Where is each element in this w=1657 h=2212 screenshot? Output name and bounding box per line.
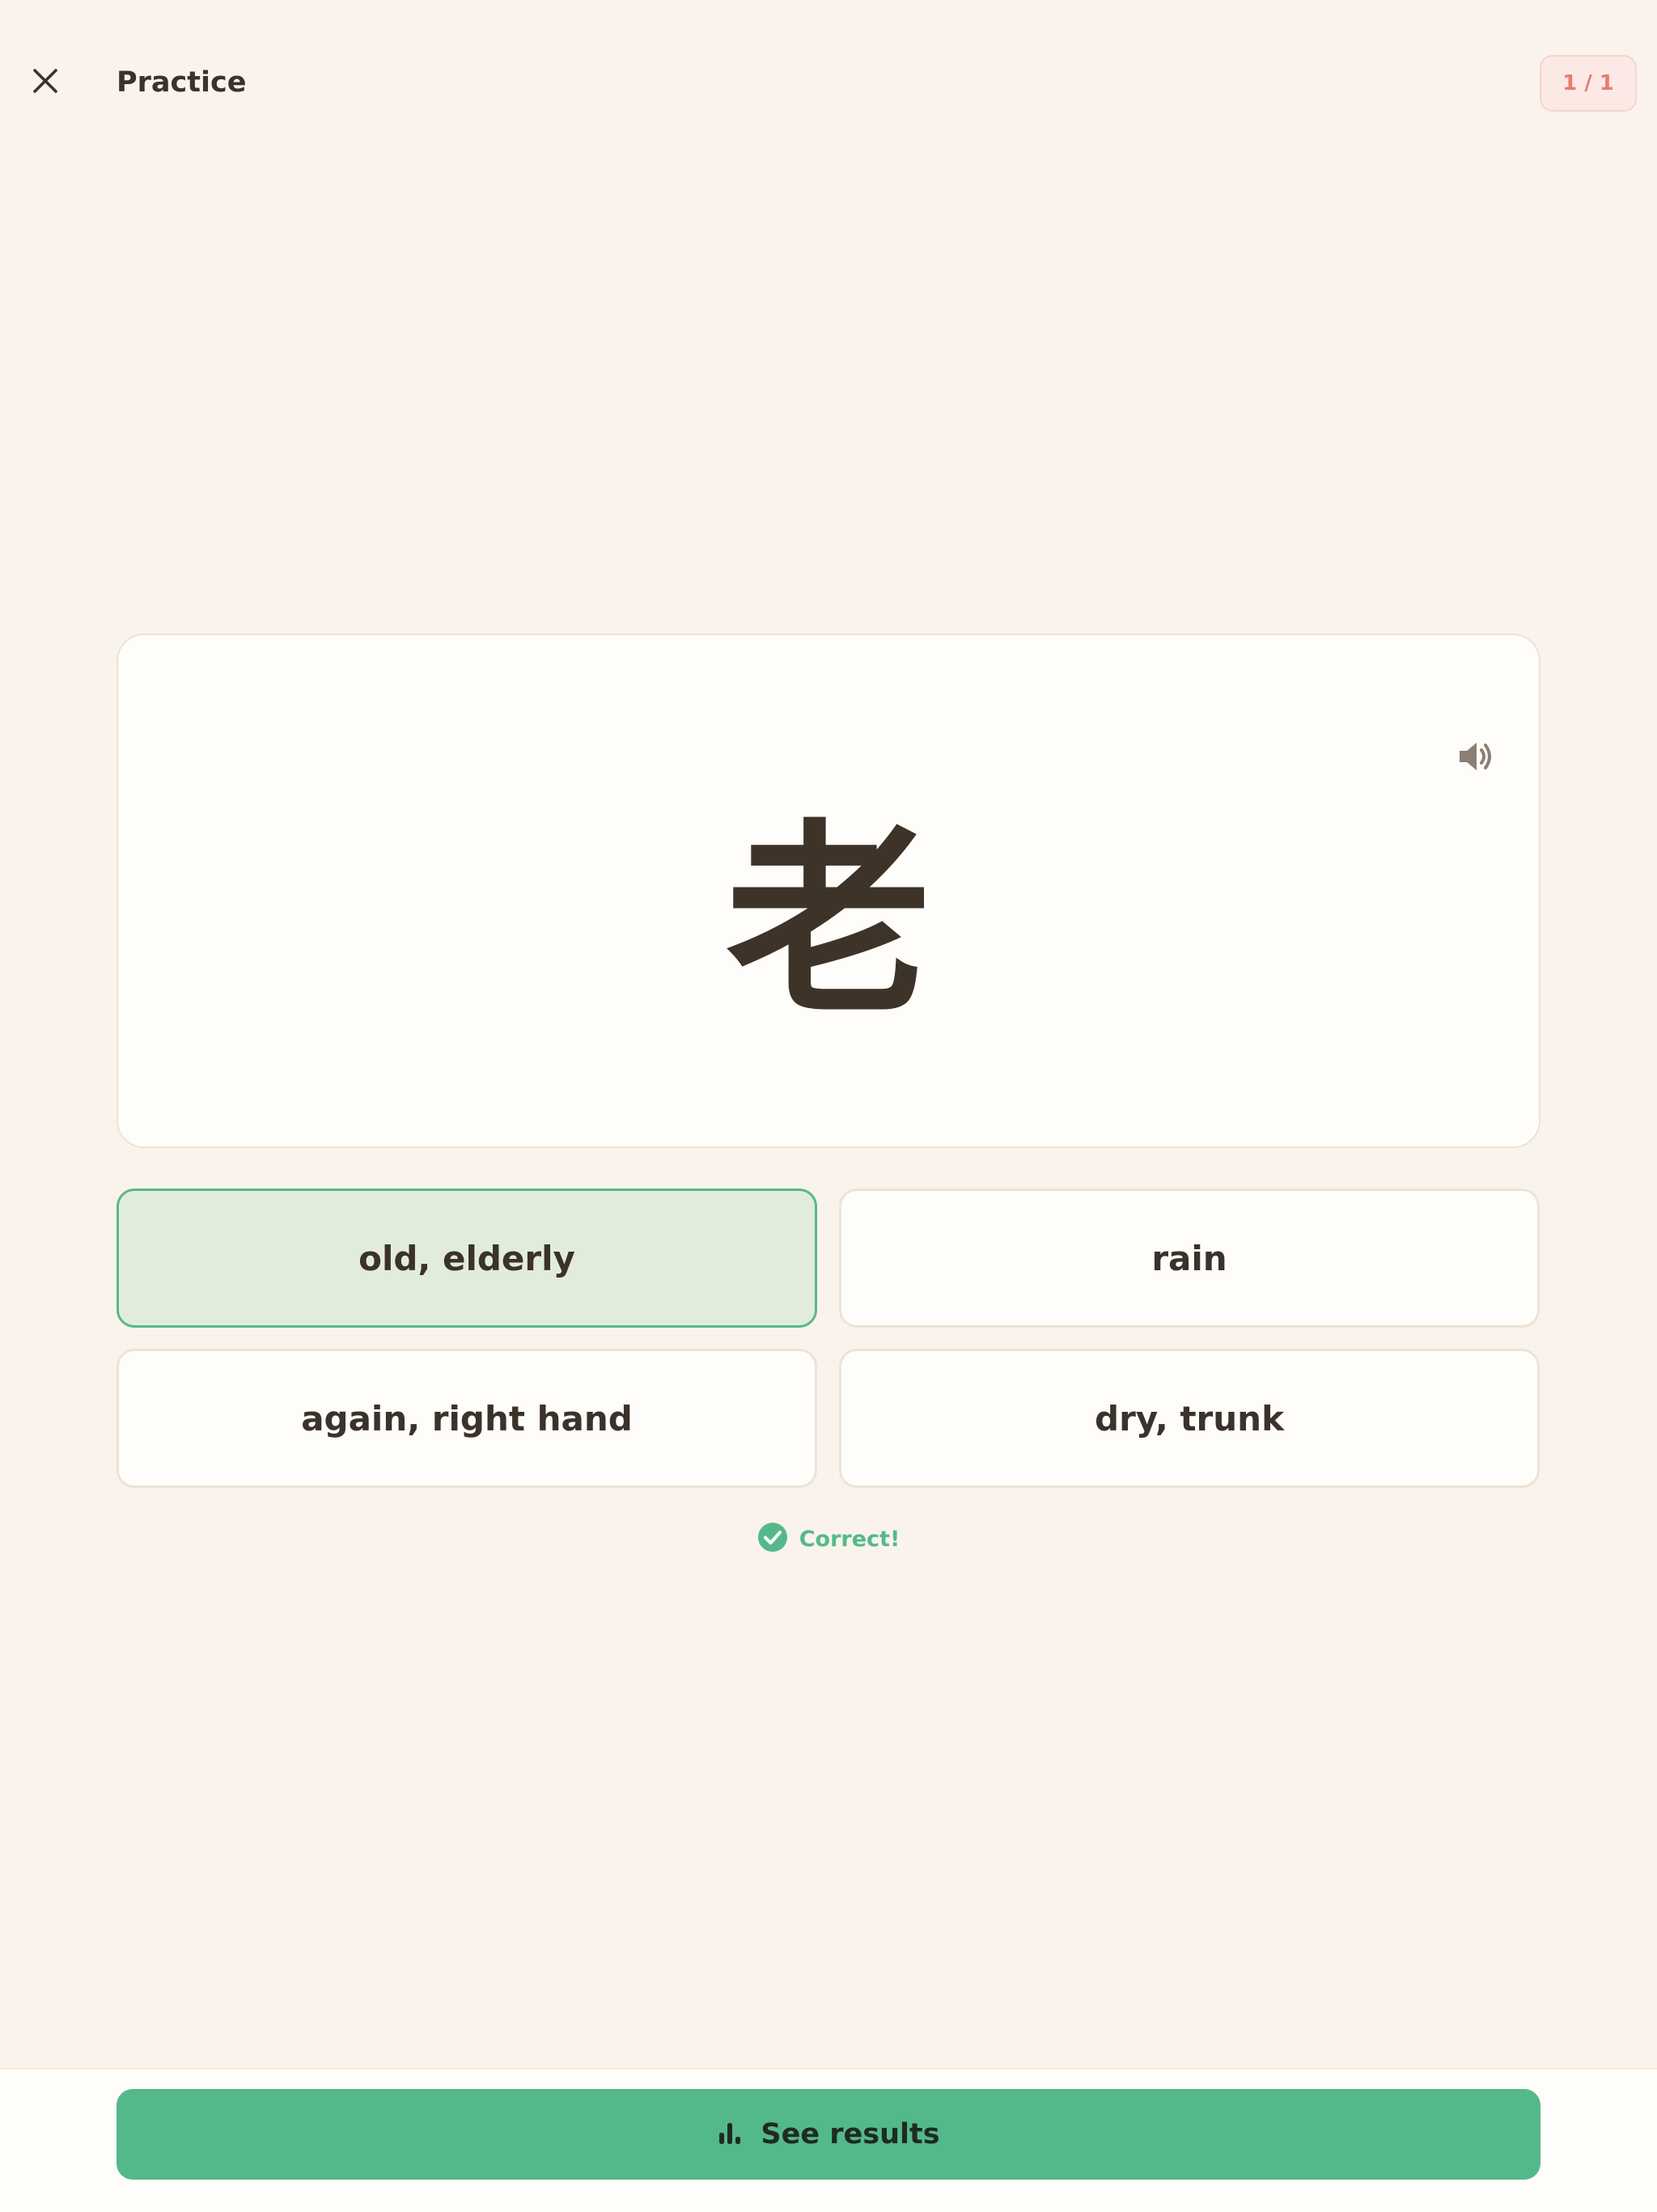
close-button[interactable]: [19, 57, 71, 108]
answer-option[interactable]: dry, trunk: [839, 1349, 1540, 1488]
feedback-message: Correct!: [0, 1523, 1657, 1555]
feedback-text: Correct!: [799, 1526, 901, 1552]
answer-option-correct[interactable]: old, elderly: [117, 1189, 817, 1328]
see-results-button[interactable]: See results: [117, 2089, 1540, 2180]
close-icon: [31, 66, 60, 99]
answer-option[interactable]: rain: [839, 1189, 1540, 1328]
answer-option[interactable]: again, right hand: [117, 1349, 817, 1488]
progress-counter-badge: 1 / 1: [1540, 55, 1637, 112]
page-title: Practice: [117, 66, 247, 99]
flashcard: 老: [117, 634, 1540, 1148]
speaker-icon: [1455, 735, 1497, 781]
see-results-label: See results: [761, 2118, 940, 2151]
footer-bar: See results: [0, 2068, 1657, 2212]
play-audio-button[interactable]: [1447, 729, 1505, 787]
check-circle-icon: [757, 1522, 788, 1556]
bar-chart-icon: [717, 2120, 743, 2149]
kanji-character: 老: [726, 802, 931, 1041]
